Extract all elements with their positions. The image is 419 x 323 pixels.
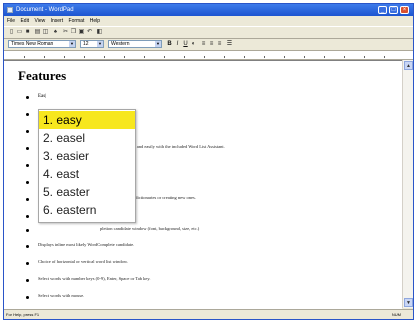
save-icon[interactable]: ■: [24, 29, 31, 36]
find-icon[interactable]: ♠: [52, 29, 59, 36]
list-item: Select words with mouse.: [38, 293, 85, 298]
status-num-indicator: NUM: [391, 312, 401, 317]
bullet: [26, 130, 29, 133]
minimize-button[interactable]: _: [378, 6, 387, 14]
color-icon[interactable]: ◐: [190, 40, 197, 48]
document-heading: Features: [18, 68, 67, 83]
ruler[interactable]: [4, 51, 413, 60]
suggestion-item[interactable]: 1. easy: [39, 111, 135, 129]
bullet: [26, 164, 29, 167]
insert-date-icon[interactable]: ◧: [96, 29, 103, 36]
menu-file[interactable]: File: [7, 18, 15, 24]
status-bar: For Help, press F1 NUM: [4, 309, 413, 319]
open-folder-icon[interactable]: ▭: [16, 29, 23, 36]
bullet: [26, 198, 29, 201]
bullet: [26, 96, 29, 99]
underline-icon[interactable]: U: [182, 40, 189, 48]
font-size-select[interactable]: 12 ▼: [80, 40, 104, 48]
script-select[interactable]: Western ▼: [108, 40, 162, 48]
vertical-scrollbar[interactable]: ▲ ▼: [402, 60, 413, 308]
bullet: [26, 245, 29, 248]
bullet: [26, 215, 29, 218]
bullet: [26, 262, 29, 265]
status-help-text: For Help, press F1: [6, 312, 40, 317]
wordpad-window: Document - WordPad _ □ × File Edit View …: [3, 3, 414, 320]
bullet: [26, 147, 29, 150]
new-document-icon[interactable]: ▯: [8, 29, 15, 36]
print-icon[interactable]: ▤: [34, 29, 41, 36]
menu-bar: File Edit View Insert Format Help: [4, 17, 413, 25]
document-area[interactable]: Features Eas| words) dictionaries quickl…: [4, 60, 402, 309]
wordpad-app-icon: [7, 7, 13, 13]
bullet: [26, 229, 29, 232]
align-left-icon[interactable]: ≡: [200, 40, 207, 48]
menu-view[interactable]: View: [34, 18, 45, 24]
menu-help[interactable]: Help: [90, 18, 100, 24]
menu-format[interactable]: Format: [69, 18, 85, 24]
bold-icon[interactable]: B: [166, 40, 173, 48]
cut-icon[interactable]: ✂: [62, 29, 69, 36]
menu-insert[interactable]: Insert: [51, 18, 64, 24]
scroll-up-icon[interactable]: ▲: [404, 61, 413, 70]
bullets-icon[interactable]: ☰: [226, 40, 233, 48]
title-bar[interactable]: Document - WordPad _ □ ×: [4, 4, 413, 16]
close-button[interactable]: ×: [400, 6, 409, 14]
chevron-down-icon[interactable]: ▼: [97, 41, 103, 47]
suggestion-item[interactable]: 6. eastern: [39, 201, 135, 219]
list-item: Displays inline most likely WordComplete…: [38, 242, 135, 247]
scroll-down-icon[interactable]: ▼: [404, 298, 413, 307]
print-preview-icon[interactable]: ◫: [42, 29, 49, 36]
undo-icon[interactable]: ↶: [86, 29, 93, 36]
chevron-down-icon[interactable]: ▼: [69, 41, 75, 47]
list-item: Select words with number keys (0-9), Ent…: [38, 276, 151, 281]
copy-icon[interactable]: ❐: [70, 29, 77, 36]
bullet: [26, 181, 29, 184]
align-right-icon[interactable]: ≡: [216, 40, 223, 48]
align-center-icon[interactable]: ≡: [208, 40, 215, 48]
suggestion-item[interactable]: 5. easter: [39, 183, 135, 201]
word-suggestion-popup: 1. easy 2. easel 3. easier 4. east 5. ea…: [38, 109, 136, 223]
paste-icon[interactable]: ▣: [78, 29, 85, 36]
italic-icon[interactable]: I: [174, 40, 181, 48]
bullet: [26, 279, 29, 282]
list-item: pletion candidate window (font, backgrou…: [100, 226, 200, 231]
typed-text: Eas|: [38, 94, 47, 99]
font-name-select[interactable]: Times New Roman ▼: [8, 40, 76, 48]
window-title: Document - WordPad: [16, 7, 74, 13]
bullet: [26, 113, 29, 116]
suggestion-item[interactable]: 2. easel: [39, 129, 135, 147]
maximize-button[interactable]: □: [389, 6, 398, 14]
menu-edit[interactable]: Edit: [20, 18, 29, 24]
chevron-down-icon[interactable]: ▼: [155, 41, 161, 47]
list-item: Choice of horizontal or vertical word li…: [38, 259, 128, 264]
format-bar: Times New Roman ▼ 12 ▼ Western ▼ B I U ◐…: [4, 38, 413, 51]
bullet: [26, 296, 29, 299]
suggestion-item[interactable]: 4. east: [39, 165, 135, 183]
suggestion-item[interactable]: 3. easier: [39, 147, 135, 165]
